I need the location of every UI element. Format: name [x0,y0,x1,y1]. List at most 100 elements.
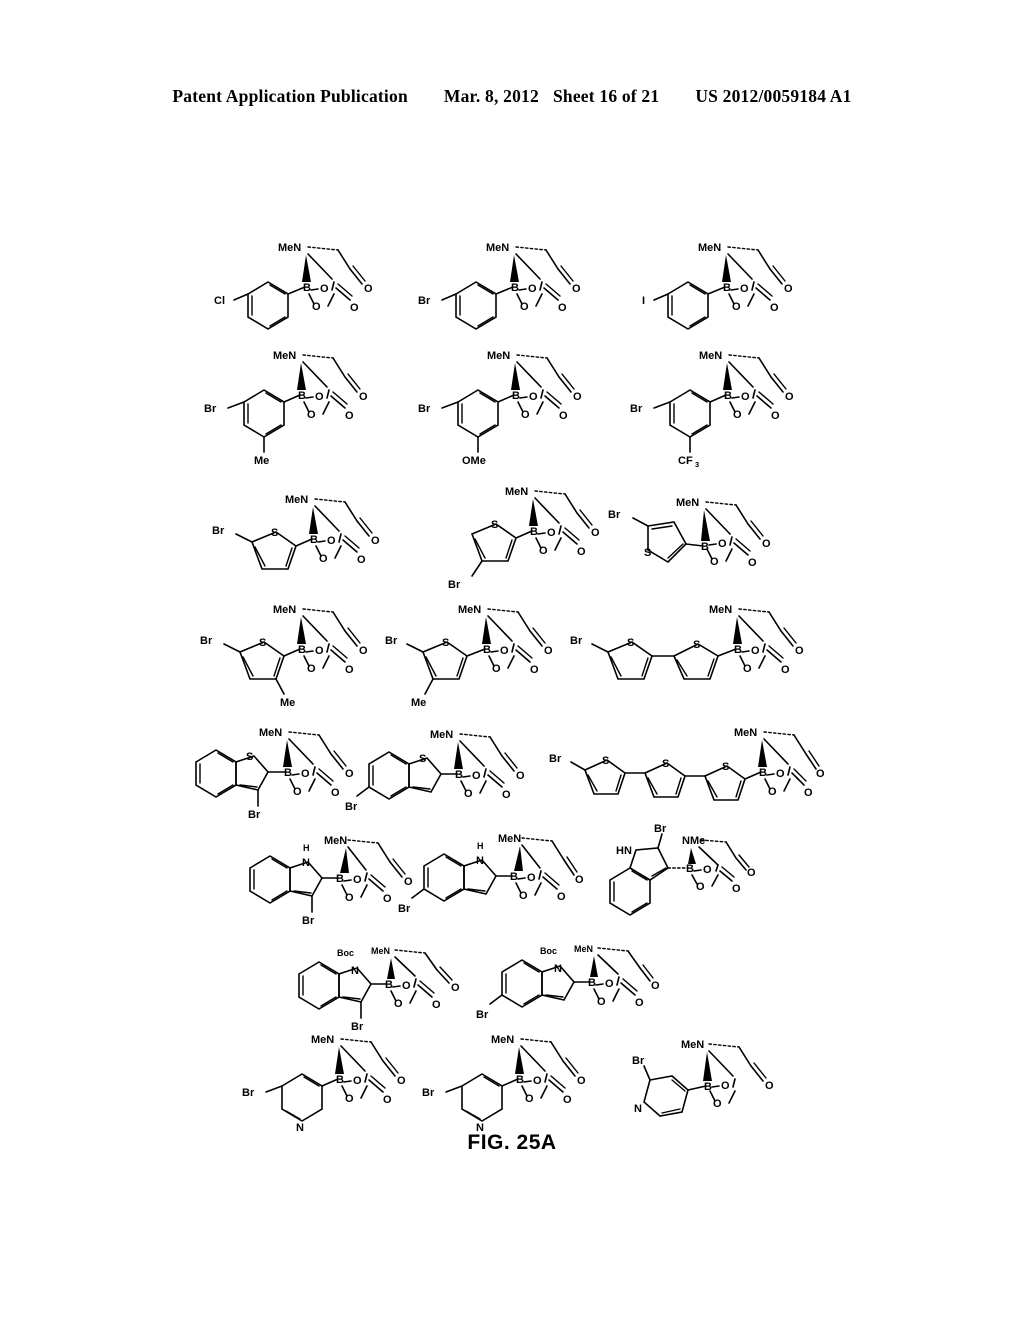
atom-label-men: MeN [487,350,510,362]
atom-label-o: O [353,1075,362,1087]
structure-s15: S Br S S B MeN O O O O [549,718,825,823]
atom-label-b: B [284,767,292,779]
atom-label-o: O [776,768,785,780]
atom-label-b: B [336,873,344,885]
atom-label-nme: NMe [682,835,705,847]
atom-label-o: O [345,410,354,422]
atom-label-o: O [327,535,336,547]
atom-label-o: O [529,391,538,403]
atom-label-boc: Boc [337,948,354,958]
atom-label-b: B [530,526,538,538]
atom-label-o: O [559,410,568,422]
atom-label-br: Br [351,1021,364,1033]
atom-label-o: O [747,867,756,879]
atom-label-o: O [357,554,366,566]
chemical-structure-grid: Cl B MeN O O O O Br B MeN O O O O I B Me… [0,0,1024,1320]
atom-label-h: H [477,841,484,851]
atom-label-o: O [383,893,392,905]
atom-label-o: O [320,283,329,295]
atom-label-o: O [500,645,509,657]
structure-s13: S Br B MeN O O O O [182,720,372,825]
atom-label-br: Br [422,1087,435,1099]
atom-label-o: O [765,1080,774,1092]
atom-label-o: O [315,645,324,657]
atom-label-o: O [350,302,359,314]
atom-label-men: MeN [505,486,528,498]
structure-s08: S Br B MeN O O O O [428,484,613,594]
atom-label-b: B [724,390,732,402]
atom-label-o: O [364,283,373,295]
atom-label-s: S [662,758,669,770]
atom-label-br: Br [448,579,461,591]
atom-label-ome: OMe [462,455,486,467]
structure-s03: I B MeN O O O O [630,232,810,337]
atom-label-cf3-sub: 3 [695,460,699,469]
structure-s01: Cl B MeN O O O O [210,232,390,337]
atom-label-s: S [259,637,266,649]
atom-label-b: B [686,863,694,875]
atom-label-n: N [476,855,484,867]
atom-label-men: MeN [486,242,509,254]
atom-label-i: I [642,295,645,307]
atom-label-s: S [442,637,449,649]
atom-label-men: MeN [574,944,593,954]
atom-label-b: B [511,282,519,294]
atom-label-o: O [575,874,584,886]
structure-s12: S Br S B MeN O O O O [570,604,820,709]
atom-label-s: S [644,547,651,559]
atom-label-o: O [547,527,556,539]
atom-label-br: Br [398,903,411,915]
atom-label-men: MeN [676,497,699,509]
structure-s04: Br Me B MeN O O O O [196,344,386,469]
structure-s17: N H Br B MeN O O O O [398,828,590,928]
atom-label-o: O [770,302,779,314]
atom-label-o: O [721,1080,730,1092]
atom-label-men: MeN [498,833,521,845]
atom-label-b: B [303,282,311,294]
atom-label-o: O [397,1075,406,1087]
atom-label-hn: HN [616,845,632,857]
atom-label-men: MeN [698,242,721,254]
atom-label-br: Br [418,403,431,415]
atom-label-s: S [419,753,426,765]
atom-label-br: Br [570,635,583,647]
atom-label-b: B [298,644,306,656]
atom-label-o: O [331,787,340,799]
atom-label-o: O [572,283,581,295]
atom-label-men: MeN [371,946,390,956]
atom-label-br: Br [549,753,562,765]
atom-label-br: Br [248,809,261,821]
atom-label-o: O [345,664,354,676]
atom-label-men: MeN [278,242,301,254]
atom-label-o: O [353,874,362,886]
atom-label-boc: Boc [540,946,557,956]
figure-caption: FIG. 25A [467,1131,557,1154]
atom-label-o: O [784,283,793,295]
atom-label-o: O [472,770,481,782]
atom-label-s: S [246,751,253,763]
atom-label-o: O [359,391,368,403]
atom-label-o: O [741,391,750,403]
atom-label-b: B [723,282,731,294]
atom-label-cf3: CF [678,455,693,467]
atom-label-b: B [512,390,520,402]
atom-label-o: O [732,883,741,895]
atom-label-cl: Cl [214,295,225,307]
atom-label-o: O [315,391,324,403]
atom-label-b: B [455,769,463,781]
structure-s07: S Br B MeN O O O O [208,484,393,589]
atom-label-o: O [751,645,760,657]
atom-label-o: O [795,645,804,657]
atom-label-b: B [734,644,742,656]
structure-s05: Br OMe B MeN O O O O [410,344,600,469]
atom-label-o: O [557,891,566,903]
atom-label-me: Me [280,697,295,709]
atom-label-br: Br [385,635,398,647]
atom-label-men: MeN [311,1034,334,1046]
atom-label-men: MeN [681,1039,704,1051]
atom-label-o: O [804,787,813,799]
atom-label-o: O [577,1075,586,1087]
structure-s18: HN Br B NMe O O O O [596,818,796,933]
structure-s21: N Br B MeN O O O O [238,1034,428,1144]
atom-label-men: MeN [458,604,481,616]
